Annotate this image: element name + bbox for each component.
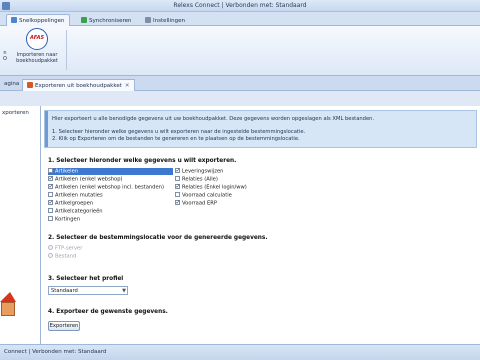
profile-select[interactable]: Standaard ▼ <box>48 286 128 295</box>
import-to-accounting-button[interactable]: AFAS Importeren naar boekhoudpakket <box>12 28 62 64</box>
checkbox-voorraad-erp[interactable]: Voorraad ERP <box>175 199 217 207</box>
checkbox-voorraad-calculatie[interactable]: Voorraad calculatie <box>175 192 232 199</box>
sync-icon <box>81 17 87 23</box>
radio-bestand[interactable]: Bestand <box>48 253 76 260</box>
status-bar: Connect | Verbonden met: Standaard <box>0 344 480 360</box>
checkbox-leveringswijzen[interactable]: Leveringswijzen <box>175 167 223 175</box>
info-line-3: 2. Klik op Exporteren om de bestanden te… <box>52 136 300 142</box>
title-bar: Relexs Connect | Verbonden met: Standaar… <box>0 0 480 12</box>
content-header-band <box>0 91 480 106</box>
step4-title: 4. Exporteer de gewenste gegevens. <box>48 309 168 315</box>
info-box: Hier exporteert u alle benodigde gegeven… <box>44 110 477 148</box>
checkbox-artikelen[interactable]: Artikelen <box>48 168 173 175</box>
settings-icon <box>145 17 151 23</box>
close-icon[interactable]: ✕ <box>125 83 130 89</box>
afas-logo-icon: AFAS <box>26 28 48 50</box>
step1-title: 1. Selecteer hieronder welke gegevens u … <box>48 158 237 164</box>
ribbon-separator <box>66 30 67 70</box>
ribbon: n O AFAS Importeren naar boekhoudpakket <box>0 26 480 76</box>
sidebar-item-exporteren[interactable]: xporteren <box>0 108 40 118</box>
checkbox-artikelen-webshop-bestanden[interactable]: Artikelen (enkel webshop incl. bestanden… <box>48 183 164 191</box>
house-icon <box>0 292 16 318</box>
radio-ftp-server[interactable]: FTP-server <box>48 245 82 252</box>
checkbox-artikelen-webshop[interactable]: Artikelen (enkel webshop) <box>48 175 123 183</box>
tab-exporteren[interactable]: Exporteren uit boekhoudpakket ✕ <box>22 79 135 91</box>
step3-title: 3. Selecteer het profiel <box>48 276 124 282</box>
status-text: Connect | Verbonden met: Standaard <box>4 349 107 355</box>
checkbox-artikelen-mutaties[interactable]: Artikelen mutaties <box>48 192 103 199</box>
checkbox-kortingen[interactable]: Kortingen <box>48 216 80 223</box>
checkbox-relaties-alle[interactable]: Relaties (Alle) <box>175 176 218 183</box>
tab-snelkoppelingen[interactable]: Snelkoppelingen <box>6 14 70 26</box>
import-label-line2: boekhoudpakket <box>16 58 58 64</box>
document-tabs: agina Exporteren uit boekhoudpakket ✕ <box>0 76 480 91</box>
export-tab-icon <box>27 82 33 88</box>
info-line-1: Hier exporteert u alle benodigde gegeven… <box>52 116 375 122</box>
main-panel: Hier exporteert u alle benodigde gegeven… <box>41 106 480 344</box>
checkbox-relaties-login[interactable]: Relaties (Enkel login/ww) <box>175 183 247 191</box>
export-ribbon-button[interactable]: n O <box>0 50 10 62</box>
shortcuts-icon <box>11 17 17 23</box>
sidebar: xporteren <box>0 106 41 344</box>
window-title: Relexs Connect | Verbonden met: Standaar… <box>173 2 307 9</box>
step2-title: 2. Selecteer de bestemmingslocatie voor … <box>48 235 268 241</box>
tab-instellingen[interactable]: Instellingen <box>140 14 190 26</box>
chevron-down-icon: ▼ <box>122 288 126 294</box>
export-button[interactable]: Exporteren <box>48 321 80 331</box>
tab-synchroniseren[interactable]: Synchroniseren <box>76 14 137 26</box>
ribbon-tabs: Snelkoppelingen Synchroniseren Instellin… <box>0 12 480 26</box>
tab-startpagina[interactable]: agina <box>0 79 23 91</box>
checkbox-artikelcategorieen[interactable]: Artikelcategorieën <box>48 208 103 215</box>
info-line-2: 1. Selecteer hieronder welke gegevens u … <box>52 129 306 135</box>
checkbox-artikelgroepen[interactable]: Artikelgroepen <box>48 199 93 207</box>
